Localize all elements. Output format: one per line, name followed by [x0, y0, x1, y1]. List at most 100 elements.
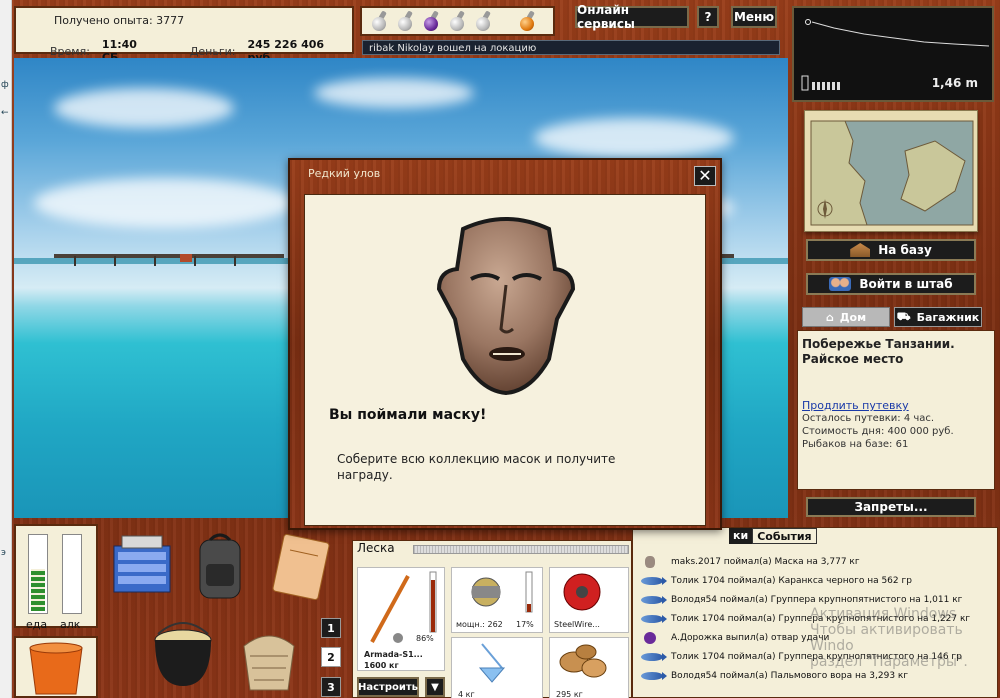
mask-icon: [645, 555, 655, 568]
location-info-panel: Побережье Танзании. Райское место Продли…: [797, 330, 995, 490]
extend-trip-link[interactable]: Продлить путевку: [802, 399, 990, 412]
sonar-panel: 1,46 m: [792, 6, 994, 102]
help-button[interactable]: ?: [697, 6, 719, 28]
online-services-button[interactable]: Онлайн сервисы: [575, 3, 689, 31]
bait-weight: 295 кг: [556, 690, 583, 698]
fish-icon: [641, 614, 667, 623]
tab-trunk-label: Багажник: [916, 310, 980, 324]
map-drawing: [805, 111, 977, 231]
line-label: Леска: [357, 541, 395, 555]
people-icon: [829, 277, 852, 291]
event-text: Толик 1704 поймал(а) Каранкса черного на…: [671, 575, 912, 586]
inventory-page-2[interactable]: 2: [321, 647, 341, 667]
rod-percent: 86%: [416, 634, 434, 643]
to-base-label: На базу: [878, 243, 932, 257]
home-icon: ⌂: [825, 310, 834, 324]
location-name: Побережье Танзании. Райское место: [802, 337, 955, 366]
fish-icon: [641, 595, 667, 604]
grey-bottle-icon[interactable]: [394, 10, 416, 32]
day-cost: Стоимость дня: 400 000 руб.: [802, 426, 954, 437]
hook-weight: 4 кг: [458, 690, 475, 698]
tackle-panel: Леска 86% Armada-S1... 1600 кг мощн.: 26…: [352, 540, 632, 698]
fishers-count: Рыбаков на базе: 61: [802, 439, 909, 450]
mask-icon: [436, 217, 576, 396]
food-gauge: [28, 534, 48, 614]
browser-strip-glyph: ф: [1, 80, 9, 90]
car-icon: ⛟: [896, 309, 911, 323]
bucket-icon: [29, 642, 83, 695]
rod-name: Armada-S1...: [364, 650, 423, 659]
reel-slot[interactable]: мощн.: 262 17%: [451, 567, 543, 633]
dialog-body: Вы поймали маску! Соберите всю коллекцию…: [304, 194, 706, 526]
enter-hq-button[interactable]: Войти в штаб: [806, 273, 976, 295]
grey-bottle-icon[interactable]: [472, 10, 494, 32]
food-label: еда: [26, 618, 48, 631]
watermark-line: раздел "Параметры".: [810, 654, 968, 670]
setup-button[interactable]: Настроить: [357, 677, 419, 697]
player-stats-panel: Получено опыта: 3777 Время: 11:40 СБ Ден…: [14, 6, 354, 64]
rare-catch-dialog: Редкий улов ✕ Вы поймали маску! Соберите…: [288, 158, 722, 530]
bait-icon: [559, 644, 607, 678]
tab-partial[interactable]: ки: [729, 528, 753, 544]
grey-bottle-icon[interactable]: [446, 10, 468, 32]
money-label: Деньги:: [189, 44, 236, 58]
event-text: maks.2017 поймал(а) Маска на 3,777 кг: [671, 556, 860, 567]
watermark-line: Активация Windows: [810, 606, 957, 622]
rod-slot[interactable]: 86% Armada-S1... 1600 кг: [357, 567, 445, 671]
setup-dropdown-button[interactable]: ▼: [425, 677, 445, 697]
browser-strip-glyph: э: [1, 548, 6, 558]
potion-icon: [644, 631, 656, 644]
time-label: Время:: [50, 44, 90, 58]
tab-events[interactable]: События: [752, 528, 817, 544]
fish-icon: [641, 576, 667, 585]
chat-notification: ribak Nikolay вошел на локацию: [362, 40, 780, 55]
bait-bucket-panel[interactable]: [14, 636, 98, 698]
grey-bottle-icon[interactable]: [368, 10, 390, 32]
event-text: Володя54 поймал(а) Пальмового вора на 3,…: [671, 670, 909, 681]
fish-net-icon[interactable]: [234, 616, 304, 694]
fish-icon: [641, 671, 667, 680]
event-row: maks.2017 поймал(а) Маска на 3,777 кг: [641, 552, 995, 571]
depth-readout: 1,46 m: [931, 76, 978, 90]
orange-bottle-icon[interactable]: [516, 10, 538, 32]
line-tension-bar: [413, 545, 629, 554]
watermark-line: Чтобы активировать Windo: [810, 622, 963, 654]
potion-bar: [360, 6, 555, 36]
purple-bottle-icon[interactable]: [420, 10, 442, 32]
pier: [54, 254, 284, 258]
fishing-line-slot[interactable]: SteelWire...: [549, 567, 629, 633]
tab-home[interactable]: ⌂ Дом: [802, 307, 890, 327]
event-row: Толик 1704 поймал(а) Каранкса черного на…: [641, 571, 995, 590]
bait-slot[interactable]: 295 кг: [549, 637, 629, 698]
alcohol-gauge: [62, 534, 82, 614]
house-icon: [850, 243, 871, 257]
fish-icon: [641, 652, 667, 661]
experience-text: Получено опыта: 3777: [54, 14, 185, 27]
cooking-pot-icon[interactable]: [150, 612, 216, 692]
reel-percent: 17%: [516, 620, 534, 629]
inventory-page-3[interactable]: 3: [321, 677, 341, 697]
tab-trunk[interactable]: ⛟ Багажник: [894, 307, 982, 327]
alcohol-label: алк: [60, 618, 81, 631]
rod-weight: 1600 кг: [364, 661, 399, 670]
dialog-description: Соберите всю коллекцию масок и получите …: [337, 452, 616, 482]
close-icon[interactable]: ✕: [694, 166, 716, 186]
notebook-icon[interactable]: [270, 530, 336, 601]
tackle-box-icon[interactable]: [108, 530, 176, 596]
menu-button[interactable]: Меню: [731, 6, 777, 28]
inventory-page-1[interactable]: 1: [321, 618, 341, 638]
line-name: SteelWire...: [554, 620, 600, 629]
to-base-button[interactable]: На базу: [806, 239, 976, 261]
event-text: А.Дорожка выпил(а) отвар удачи: [671, 632, 830, 643]
hook-slot[interactable]: 4 кг: [451, 637, 543, 698]
location-map[interactable]: [804, 110, 978, 232]
back-arrow-icon[interactable]: ←: [1, 108, 9, 118]
bans-button[interactable]: Запреты...: [806, 497, 976, 517]
enter-hq-label: Войти в штаб: [859, 277, 953, 291]
status-gauges: еда алк: [14, 524, 98, 631]
trip-remaining: Осталось путевки: 4 час.: [802, 413, 935, 424]
windows-activation-watermark: Активация Windows Чтобы активировать Win…: [810, 606, 1000, 670]
tab-home-label: Дом: [839, 310, 867, 324]
event-text: Володя54 поймал(а) Группера крупнопятнис…: [671, 594, 963, 605]
backpack-icon[interactable]: [190, 530, 250, 602]
